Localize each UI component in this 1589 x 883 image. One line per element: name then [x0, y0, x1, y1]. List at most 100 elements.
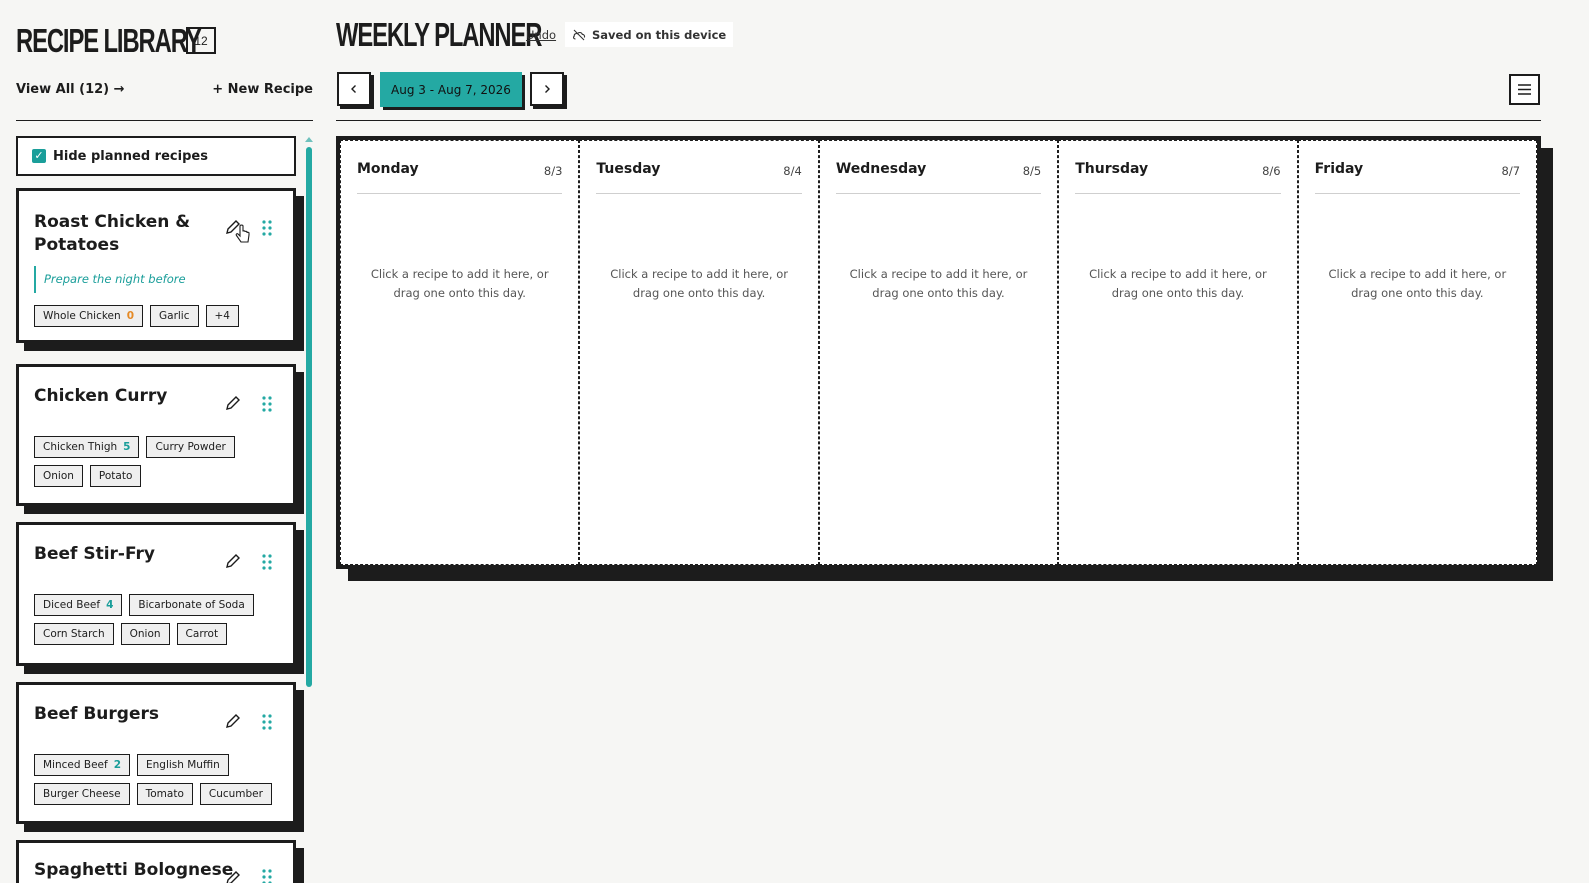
- scrollbar-thumb[interactable]: [306, 147, 312, 687]
- ingredient-label: Tomato: [145, 788, 184, 800]
- week-range-button[interactable]: Aug 3 - Aug 7, 2026: [380, 72, 522, 107]
- day-column-monday[interactable]: Monday 8/3 Click a recipe to add it here…: [340, 140, 580, 565]
- day-header: Monday 8/3: [357, 161, 563, 194]
- ingredient-label: Carrot: [185, 628, 219, 640]
- more-ingredients-label: +4: [214, 310, 230, 322]
- recipe-card[interactable]: Beef Stir-Fry Diced Beef 4 Bicarbonate of…: [16, 522, 296, 666]
- empty-hint-line2: drag one onto this day.: [1351, 286, 1484, 300]
- drag-handle-icon[interactable]: [262, 714, 272, 730]
- ingredient-tag: Whole Chicken 0: [34, 305, 143, 327]
- library-header: RECIPE LIBRARY 12: [16, 22, 316, 60]
- recipe-card[interactable]: Beef Burgers Minced Beef 2 English Muffin…: [16, 682, 296, 824]
- ingredient-tag: Curry Powder: [146, 436, 235, 458]
- day-header: Thursday 8/6: [1075, 161, 1281, 194]
- ingredient-tags: Minced Beef 2 English Muffin Burger Chees…: [34, 754, 274, 805]
- recipe-count-badge: 12: [186, 27, 216, 54]
- recipe-card[interactable]: Roast Chicken & Potatoes Prepare the nig…: [16, 188, 296, 343]
- saved-status-label: Saved on this device: [592, 27, 727, 42]
- ingredient-tag: Burger Cheese: [34, 783, 130, 805]
- day-empty-hint: Click a recipe to add it here, or drag on…: [361, 265, 558, 303]
- edit-icon[interactable]: [224, 712, 242, 730]
- recipe-title: Beef Burgers: [34, 704, 159, 724]
- recipe-title: Roast Chicken & Potatoes: [34, 212, 191, 255]
- ingredient-label: English Muffin: [146, 759, 220, 771]
- day-header: Tuesday 8/4: [596, 161, 802, 194]
- recipe-title: Beef Stir-Fry: [34, 544, 155, 564]
- pointer-cursor-icon: [235, 224, 250, 243]
- ingredient-label: Onion: [43, 470, 74, 482]
- view-all-link[interactable]: View All (12) →: [16, 82, 125, 97]
- day-empty-hint: Click a recipe to add it here, or drag on…: [1319, 265, 1516, 303]
- ingredient-count: 2: [113, 759, 121, 771]
- ingredient-tag: Corn Starch: [34, 623, 114, 645]
- ingredient-label: Diced Beef: [43, 599, 101, 611]
- library-scrollbar[interactable]: [305, 137, 313, 883]
- day-header: Wednesday 8/5: [835, 161, 1042, 194]
- empty-hint-line2: drag one onto this day.: [632, 286, 766, 300]
- day-column-wednesday[interactable]: Wednesday 8/5 Click a recipe to add it h…: [818, 140, 1059, 565]
- recipe-card[interactable]: Chicken Curry Chicken Thigh 5 Curry Powde…: [16, 364, 296, 506]
- day-date: 8/6: [1262, 164, 1281, 178]
- drag-handle-icon[interactable]: [262, 396, 272, 412]
- empty-hint-line2: drag one onto this day.: [872, 286, 1005, 300]
- ingredient-label: Burger Cheese: [43, 788, 121, 800]
- drag-handle-icon[interactable]: [262, 554, 272, 570]
- day-column-tuesday[interactable]: Tuesday 8/4 Click a recipe to add it her…: [579, 140, 819, 565]
- next-week-button[interactable]: [530, 72, 564, 106]
- menu-button[interactable]: [1509, 74, 1540, 105]
- ingredient-label: Chicken Thigh: [43, 441, 118, 453]
- more-ingredients-tag[interactable]: +4: [205, 305, 239, 327]
- ingredient-label: Potato: [98, 470, 133, 482]
- day-date: 8/4: [783, 164, 802, 178]
- recipe-note: Prepare the night before: [34, 266, 264, 293]
- hide-planned-checkbox[interactable]: ✓: [32, 149, 46, 163]
- ingredient-label: Garlic: [159, 310, 190, 322]
- day-name: Monday: [357, 161, 419, 177]
- ingredient-tag: Minced Beef 2: [34, 754, 130, 776]
- day-name: Thursday: [1075, 161, 1149, 177]
- day-date: 8/7: [1501, 164, 1521, 178]
- day-name: Tuesday: [596, 161, 661, 177]
- day-column-thursday[interactable]: Thursday 8/6 Click a recipe to add it he…: [1058, 140, 1298, 565]
- day-column-friday[interactable]: Friday 8/7 Click a recipe to add it here…: [1297, 140, 1538, 565]
- empty-hint-line1: Click a recipe to add it here, or: [1328, 267, 1507, 281]
- empty-hint-line1: Click a recipe to add it here, or: [849, 267, 1028, 281]
- ingredient-tags: Chicken Thigh 5 Curry Powder Onion Potato: [34, 436, 274, 487]
- ingredient-label: Cucumber: [208, 788, 263, 800]
- ingredient-label: Whole Chicken: [43, 310, 121, 322]
- ingredient-count: 5: [123, 441, 131, 453]
- hide-planned-filter[interactable]: ✓ Hide planned recipes: [16, 136, 296, 176]
- empty-hint-line1: Click a recipe to add it here, or: [370, 267, 549, 281]
- ingredient-tag: Cucumber: [199, 783, 272, 805]
- ingredient-label: Bicarbonate of Soda: [138, 599, 245, 611]
- ingredient-tag: Carrot: [176, 623, 228, 645]
- edit-icon[interactable]: [224, 869, 242, 883]
- ingredient-tag: Chicken Thigh 5: [34, 436, 140, 458]
- empty-hint-line2: drag one onto this day.: [393, 286, 526, 300]
- scroll-up-arrow-icon[interactable]: [305, 137, 313, 142]
- prev-week-button[interactable]: [337, 72, 371, 106]
- planner-title: WEEKLY PLANNER: [336, 16, 542, 53]
- recipe-library-panel: RECIPE LIBRARY 12 View All (12) → + New …: [16, 0, 318, 883]
- drag-handle-icon[interactable]: [262, 220, 272, 236]
- ingredient-count: 4: [106, 599, 114, 611]
- edit-icon[interactable]: [224, 552, 242, 570]
- drag-handle-icon[interactable]: [262, 869, 272, 883]
- undo-link[interactable]: Undo: [526, 28, 556, 42]
- empty-hint-line1: Click a recipe to add it here, or: [610, 267, 788, 281]
- ingredient-count: 0: [126, 310, 134, 322]
- edit-icon[interactable]: [224, 394, 242, 412]
- ingredient-tag: Potato: [89, 465, 142, 487]
- chevron-right-icon: [545, 85, 550, 93]
- chevron-left-icon: [351, 85, 356, 93]
- ingredient-tags: Diced Beef 4 Bicarbonate of Soda Corn Sta…: [34, 594, 274, 645]
- ingredient-label: Corn Starch: [43, 628, 105, 640]
- recipe-title: Spaghetti Bolognese: [34, 860, 234, 880]
- ingredient-tag: Onion: [120, 623, 170, 645]
- day-empty-hint: Click a recipe to add it here, or drag on…: [840, 265, 1037, 303]
- ingredient-tag: English Muffin: [137, 754, 229, 776]
- new-recipe-button[interactable]: + New Recipe: [212, 82, 313, 97]
- hide-planned-label: Hide planned recipes: [53, 148, 208, 164]
- ingredient-label: Minced Beef: [43, 759, 108, 771]
- recipe-card[interactable]: Spaghetti Bolognese: [16, 840, 296, 883]
